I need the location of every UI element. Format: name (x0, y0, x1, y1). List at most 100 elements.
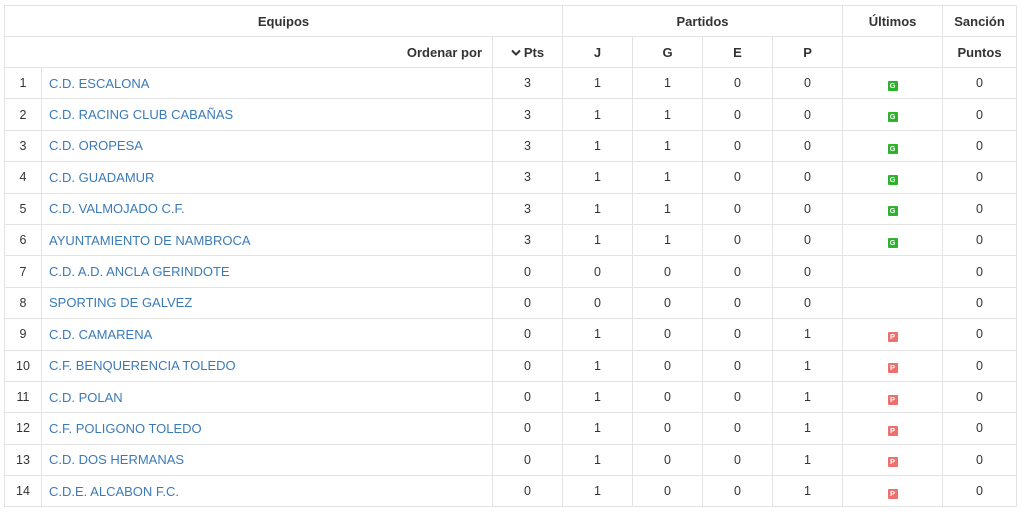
standings-table: Equipos Partidos Últimos Sanción Ordenar… (3, 5, 1018, 508)
drawn-cell: 0 (702, 192, 774, 225)
last-results-cell: P (842, 443, 944, 477)
team-link[interactable]: C.D. A.D. ANCLA GERINDOTE (49, 264, 230, 279)
header-row-groups: Equipos Partidos Últimos Sanción (3, 5, 1018, 37)
team-link[interactable]: C.D. GUADAMUR (49, 170, 154, 185)
pts-cell: 0 (491, 412, 564, 445)
lost-cell: 0 (772, 255, 844, 288)
played-cell: 1 (562, 475, 634, 508)
loss-badge: P (887, 363, 898, 374)
lost-cell: 0 (772, 192, 844, 225)
sanction-points-cell: 0 (942, 443, 1018, 477)
team-cell: C.D. GUADAMUR (41, 161, 493, 194)
win-badge: G (887, 80, 898, 91)
last-results-cell: G (842, 161, 944, 194)
team-cell: C.D. A.D. ANCLA GERINDOTE (41, 255, 493, 288)
header-pts: Pts (523, 44, 545, 60)
position-cell: 12 (4, 412, 42, 445)
position-cell: 2 (4, 98, 42, 131)
table-row: 3 C.D. OROPESA 3 1 1 0 0 G 0 (4, 129, 1018, 163)
lost-cell: 1 (772, 475, 844, 508)
drawn-cell: 0 (702, 443, 774, 477)
table-row: 4 C.D. GUADAMUR 3 1 1 0 0 G 0 (4, 161, 1018, 194)
team-link[interactable]: AYUNTAMIENTO DE NAMBROCA (49, 233, 251, 248)
drawn-cell: 0 (702, 223, 774, 257)
played-cell: 0 (562, 286, 634, 320)
lost-cell: 0 (772, 66, 844, 100)
table-row: 11 C.D. POLAN 0 1 0 0 1 P 0 (4, 380, 1018, 414)
win-badge: G (887, 174, 898, 185)
sanction-points-cell: 0 (942, 318, 1018, 351)
team-link[interactable]: C.D. DOS HERMANAS (49, 452, 184, 467)
position-cell: 9 (4, 318, 42, 351)
sanction-points-cell: 0 (942, 286, 1018, 320)
position-cell: 8 (4, 286, 42, 320)
team-link[interactable]: SPORTING DE GALVEZ (49, 295, 192, 310)
lost-cell: 0 (772, 286, 844, 320)
table-row: 7 C.D. A.D. ANCLA GERINDOTE 0 0 0 0 0 0 (4, 255, 1018, 288)
team-link[interactable]: C.D. POLAN (49, 390, 123, 405)
played-cell: 1 (562, 223, 634, 257)
sort-pts-button[interactable]: Pts (491, 36, 564, 68)
last-results-cell: G (842, 98, 944, 131)
sanction-points-cell: 0 (942, 129, 1018, 163)
lost-cell: 1 (772, 349, 844, 382)
drawn-cell: 0 (702, 129, 774, 163)
team-link[interactable]: C.D. CAMARENA (49, 327, 152, 342)
pts-cell: 0 (491, 475, 564, 508)
team-cell: SPORTING DE GALVEZ (41, 286, 493, 320)
position-cell: 6 (4, 223, 42, 257)
position-cell: 7 (4, 255, 42, 288)
team-link[interactable]: C.F. POLIGONO TOLEDO (49, 421, 202, 436)
last-results-cell: P (842, 475, 944, 508)
loss-badge: P (887, 426, 898, 437)
drawn-cell: 0 (702, 318, 774, 351)
table-row: 1 C.D. ESCALONA 3 1 1 0 0 G 0 (4, 66, 1018, 100)
win-badge: G (887, 143, 898, 154)
position-cell: 5 (4, 192, 42, 225)
pts-cell: 3 (491, 129, 564, 163)
lost-cell: 0 (772, 129, 844, 163)
header-j: J (562, 36, 634, 68)
position-cell: 4 (4, 161, 42, 194)
pts-cell: 3 (491, 66, 564, 100)
team-cell: C.D. RACING CLUB CABAÑAS (41, 98, 493, 131)
team-link[interactable]: C.D. VALMOJADO C.F. (49, 201, 185, 216)
drawn-cell: 0 (702, 475, 774, 508)
sanction-points-cell: 0 (942, 380, 1018, 414)
table-row: 13 C.D. DOS HERMANAS 0 1 0 0 1 P 0 (4, 443, 1018, 477)
won-cell: 0 (632, 286, 704, 320)
team-cell: C.D. ESCALONA (41, 66, 493, 100)
lost-cell: 1 (772, 412, 844, 445)
loss-badge: P (887, 457, 898, 468)
won-cell: 0 (632, 443, 704, 477)
won-cell: 1 (632, 129, 704, 163)
sanction-points-cell: 0 (942, 66, 1018, 100)
played-cell: 1 (562, 380, 634, 414)
standings-panel: Equipos Partidos Últimos Sanción Ordenar… (3, 5, 1018, 508)
team-link[interactable]: C.D. OROPESA (49, 138, 143, 153)
header-partidos: Partidos (562, 5, 844, 37)
team-cell: C.D. VALMOJADO C.F. (41, 192, 493, 225)
last-results-cell: G (842, 66, 944, 100)
won-cell: 0 (632, 318, 704, 351)
drawn-cell: 0 (702, 255, 774, 288)
team-link[interactable]: C.D.E. ALCABON F.C. (49, 484, 179, 499)
team-link[interactable]: C.D. RACING CLUB CABAÑAS (49, 107, 233, 122)
chevron-down-icon (511, 49, 521, 56)
position-cell: 13 (4, 443, 42, 477)
header-p: P (772, 36, 844, 68)
position-cell: 10 (4, 349, 42, 382)
pts-cell: 0 (491, 443, 564, 477)
won-cell: 0 (632, 349, 704, 382)
team-link[interactable]: C.D. ESCALONA (49, 76, 149, 91)
last-results-cell: P (842, 318, 944, 351)
last-results-cell (842, 255, 944, 288)
last-results-cell: G (842, 129, 944, 163)
header-ultimos: Últimos (842, 5, 944, 37)
lost-cell: 0 (772, 161, 844, 194)
drawn-cell: 0 (702, 286, 774, 320)
won-cell: 1 (632, 98, 704, 131)
team-link[interactable]: C.F. BENQUERENCIA TOLEDO (49, 358, 236, 373)
position-cell: 14 (4, 475, 42, 508)
last-results-cell: P (842, 349, 944, 382)
